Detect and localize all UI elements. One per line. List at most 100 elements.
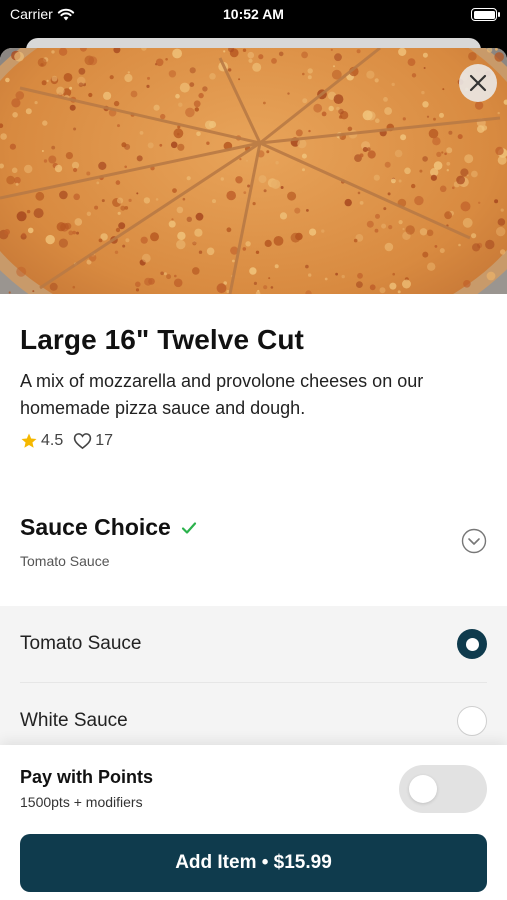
cheese-spot [16,266,27,277]
chevron-down-icon[interactable] [461,528,487,554]
radio-selected[interactable] [457,629,487,659]
close-button[interactable] [459,64,497,102]
cheese-spot [178,102,183,107]
cheese-spot [305,264,309,269]
cheese-spot [356,281,363,288]
cheese-spot [118,222,126,230]
cheese-spot [249,267,257,275]
cheese-spot [182,197,186,201]
cheese-spot [362,110,373,121]
cheese-spot [88,56,98,66]
cheese-spot [42,120,48,126]
cheese-spot [336,106,340,111]
cheese-spot [115,227,121,233]
cheese-spot [458,243,461,247]
cheese-spot [444,211,452,220]
cheese-spot [168,70,177,78]
cheese-spot [69,86,73,90]
battery-icon [471,8,500,21]
item-description: A mix of mozzarella and provolone cheese… [20,371,424,418]
cheese-spot [295,232,303,241]
cheese-spot [153,104,160,111]
cheese-spot [74,218,83,226]
cheese-spot [426,229,434,237]
cheese-spot [333,65,335,68]
cheese-spot [186,216,192,222]
cheese-spot [402,227,405,231]
cheese-spot [270,286,274,289]
cheese-spot [160,271,164,276]
cheese-spot [375,213,380,219]
cheese-spot [63,73,73,82]
cheese-spot [24,164,33,174]
sauce-choice-title: Sauce Choice [20,514,171,540]
cheese-spot [88,92,93,98]
cheese-spot [34,101,38,105]
cheese-spot [238,78,241,81]
cheese-spot [374,228,379,233]
cheese-spot [173,128,184,139]
cheese-spot [216,283,227,294]
cheese-spot [383,207,387,211]
status-bar: Carrier 10:52 AM [0,0,507,30]
cheese-spot [124,165,127,169]
cheese-spot [103,91,112,100]
close-icon [469,74,487,92]
cheese-spot [101,199,105,203]
cheese-spot [246,159,248,162]
cheese-spot [402,117,406,121]
cheese-spot [434,245,438,248]
cheese-spot [86,211,92,216]
cheese-spot [271,58,277,64]
cheese-spot [247,51,255,59]
sauce-option-tomato[interactable]: Tomato Sauce [0,606,507,682]
cheese-spot [120,205,126,211]
cheese-spot [4,229,10,235]
cheese-spot [73,193,80,201]
radio-unselected[interactable] [457,705,487,736]
cheese-spot [398,48,407,56]
cheese-spot [388,225,393,230]
cheese-spot [165,58,168,61]
cheese-spot [96,181,100,185]
cheese-spot [474,101,484,110]
points-toggle[interactable] [399,765,487,813]
cheese-spot [72,285,76,289]
cheese-spot [295,129,303,137]
cheese-spot [6,175,15,185]
likes-count: 17 [95,432,114,449]
cheese-spot [407,58,416,66]
likes[interactable]: 17 [73,432,113,450]
cheese-spot [439,248,445,254]
star-icon [21,433,37,448]
cheese-spot [147,142,154,149]
sauce-choice-header[interactable]: Sauce Choice Tomato Sauce [0,514,507,594]
cheese-spot [15,91,25,100]
add-item-button[interactable]: Add Item • $15.99 [20,834,487,892]
cheese-spot [206,141,210,145]
cheese-spot [478,201,481,204]
cheese-spot [258,54,264,60]
cheese-spot [392,272,396,276]
cheese-spot [141,253,151,263]
cheese-spot [223,50,226,53]
cheese-spot [27,227,34,234]
cheese-spot [357,191,361,195]
cheese-spot [486,271,496,281]
cheese-spot [220,177,224,181]
cheese-spot [460,201,471,212]
cheese-spot [328,105,334,112]
cheese-spot [452,186,455,190]
cheese-spot [464,154,474,164]
cheese-spot [270,179,281,189]
cheese-spot [226,227,232,233]
cheese-spot [384,242,394,252]
cheese-spot [252,62,262,72]
cheese-spot [263,101,266,105]
cheese-spot [56,86,65,95]
cheese-spot [168,220,176,228]
cheese-spot [268,277,271,280]
cheese-spot [497,218,506,226]
cheese-spot [189,67,196,74]
heart-icon [74,433,92,450]
